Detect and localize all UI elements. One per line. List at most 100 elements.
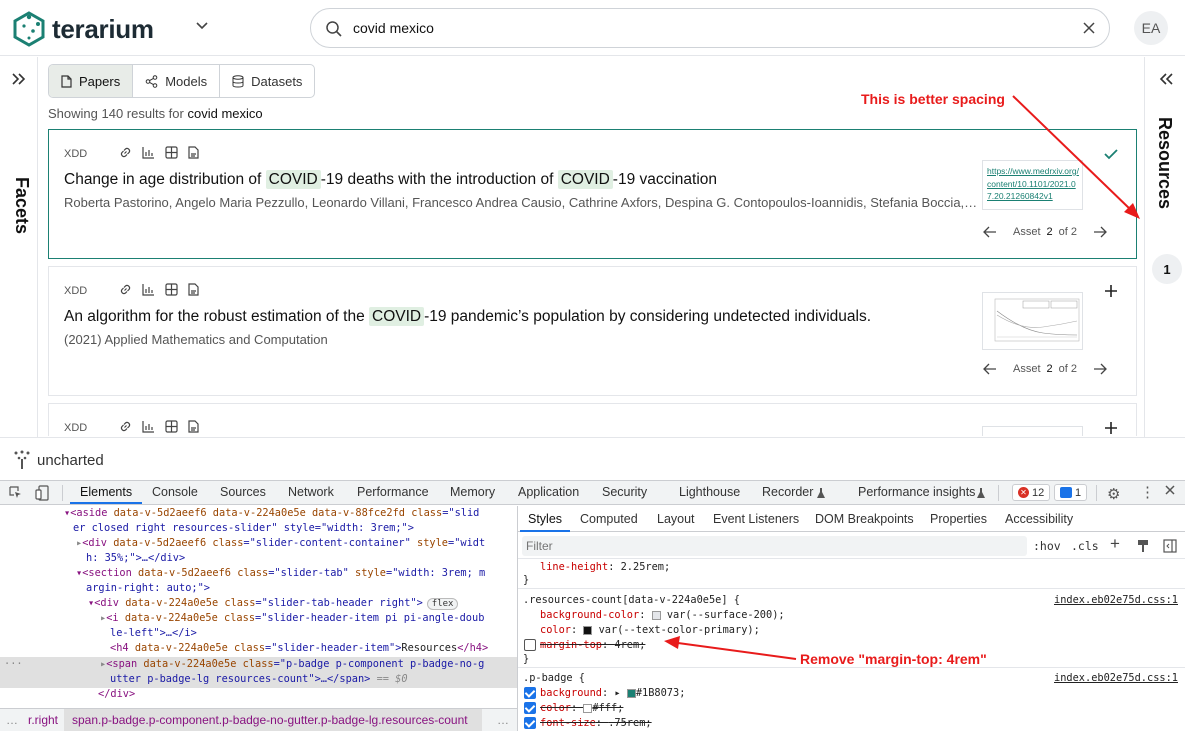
devtools-tab-console[interactable]: Console <box>152 485 198 499</box>
tab-event-listeners[interactable]: Event Listeners <box>713 512 799 526</box>
search-input[interactable] <box>353 18 1053 38</box>
expand-facets-icon[interactable] <box>11 72 27 86</box>
error-count-badge[interactable]: ✕ 12 <box>1012 484 1051 501</box>
dom-line[interactable]: <h4 data-v-224a0e5e class="slider-header… <box>110 641 488 656</box>
terarium-logo[interactable]: terarium <box>12 11 154 47</box>
tab-properties[interactable]: Properties <box>930 512 987 526</box>
css-selector[interactable]: .p-badge { <box>523 672 585 684</box>
css-property[interactable]: line-height <box>540 561 608 573</box>
inspect-element-icon[interactable] <box>9 486 23 500</box>
paint-brush-icon[interactable] <box>1137 539 1149 553</box>
tab-papers[interactable]: Papers <box>49 65 134 97</box>
dom-line[interactable]: ▾<aside data-v-5d2aeef6 data-v-224a0e5e … <box>64 506 479 521</box>
title-text: -19 pandemic’s population by considering… <box>424 308 872 325</box>
uncharted-mark-icon <box>14 450 30 469</box>
card-title[interactable]: Change in age distribution of COVID -19 d… <box>64 170 717 189</box>
toggle-sidebar-icon[interactable] <box>1163 539 1177 553</box>
css-property[interactable]: background-color <box>540 609 639 621</box>
devtools-tab-application[interactable]: Application <box>518 485 579 499</box>
devtools-tab-performance-insights[interactable]: Performance insights <box>858 485 975 499</box>
devtools-tab-security[interactable]: Security <box>602 485 647 499</box>
tab-layout[interactable]: Layout <box>657 512 695 526</box>
result-card[interactable]: XDD An algorithm for the robust estimati… <box>48 266 1137 396</box>
tab-models[interactable]: Models <box>133 65 221 97</box>
dom-line[interactable]: ▸<span data-v-224a0e5e class="p-badge p-… <box>100 657 484 672</box>
message-count-badge[interactable]: 1 <box>1054 484 1088 501</box>
css-property[interactable]: color <box>540 624 571 636</box>
tab-accessibility[interactable]: Accessibility <box>1005 512 1073 526</box>
plus-icon[interactable] <box>1103 420 1119 436</box>
dom-line[interactable]: ▸<i data-v-224a0e5e class="slider-header… <box>100 611 484 626</box>
tab-dom-breakpoints[interactable]: DOM Breakpoints <box>815 512 914 526</box>
devtools-tab-recorder[interactable]: Recorder <box>762 485 813 499</box>
css-property[interactable]: color <box>540 702 571 714</box>
arrow-right-icon[interactable] <box>1093 226 1107 238</box>
flex-badge[interactable]: flex <box>426 598 459 610</box>
dom-line: </div> <box>98 688 136 700</box>
title-highlight: COVID <box>557 170 613 189</box>
plus-icon[interactable] <box>1103 283 1119 299</box>
collapse-resources-icon[interactable] <box>1159 72 1175 86</box>
chevron-down-icon[interactable] <box>194 18 210 34</box>
css-property[interactable]: background <box>540 687 602 699</box>
css-source-link[interactable]: index.eb02e75d.css:1 <box>1054 594 1178 606</box>
css-value[interactable]: 2.25rem; <box>621 561 671 573</box>
arrow-left-icon[interactable] <box>983 363 997 375</box>
color-swatch[interactable] <box>651 610 661 620</box>
tab-styles[interactable]: Styles <box>519 512 571 532</box>
css-value[interactable]: .75rem; <box>608 717 651 729</box>
devtools-panel: Elements Console Sources Network Perform… <box>0 480 1185 731</box>
devtools-tab-performance[interactable]: Performance <box>357 485 429 499</box>
css-source-link[interactable]: index.eb02e75d.css:1 <box>1054 672 1178 684</box>
class-toggle[interactable]: .cls <box>1071 539 1099 553</box>
result-card[interactable]: XDD <box>48 403 1137 436</box>
annotation-arrow-icon <box>664 636 797 660</box>
color-swatch[interactable] <box>583 625 593 635</box>
styles-filter-input[interactable] <box>522 536 1027 556</box>
new-rule-icon[interactable]: + <box>1110 534 1120 554</box>
close-icon[interactable] <box>1164 484 1176 496</box>
devtools-tab-lighthouse[interactable]: Lighthouse <box>679 485 740 499</box>
dom-line[interactable]: ▾<section data-v-5d2aeef6 class="slider-… <box>76 566 485 581</box>
bar-chart-icon <box>142 284 154 296</box>
css-value[interactable]: 4rem; <box>614 639 645 651</box>
card-title[interactable]: An algorithm for the robust estimation o… <box>64 307 872 326</box>
hover-state-toggle[interactable]: :hov <box>1033 539 1061 553</box>
arrow-left-icon[interactable] <box>983 226 997 238</box>
tab-datasets[interactable]: Datasets <box>220 65 314 97</box>
declaration-checkbox-checked[interactable] <box>524 687 536 699</box>
device-toolbar-icon[interactable] <box>35 485 49 501</box>
hexagon-logo-icon <box>13 11 45 47</box>
resources-count-badge[interactable]: 1 <box>1152 254 1182 284</box>
css-value[interactable]: #fff; <box>592 702 623 714</box>
breadcrumb-item-active[interactable]: span.p-badge.p-component.p-badge-no-gutt… <box>72 713 468 727</box>
declaration-checkbox-checked[interactable] <box>524 717 536 729</box>
dom-line[interactable]: ▾<div data-v-224a0e5e class="slider-tab-… <box>88 596 459 612</box>
figure-thumbnail[interactable] <box>982 426 1083 436</box>
tab-computed[interactable]: Computed <box>580 512 638 526</box>
css-property[interactable]: font-size <box>540 717 596 729</box>
css-value[interactable]: #1B8073; <box>636 687 686 699</box>
css-property[interactable]: margin-top <box>540 639 602 651</box>
figure-thumbnail[interactable] <box>982 292 1083 350</box>
declaration-checkbox-unchecked[interactable] <box>524 639 536 651</box>
declaration-checkbox-checked[interactable] <box>524 702 536 714</box>
result-card[interactable]: XDD Change in age distribution of COVID -… <box>48 129 1137 259</box>
css-value[interactable]: var(--surface-200); <box>667 609 785 621</box>
arrow-right-icon[interactable] <box>1093 363 1107 375</box>
devtools-tab-memory[interactable]: Memory <box>450 485 495 499</box>
more-options-icon[interactable]: ⋮ <box>1140 483 1155 501</box>
devtools-tab-network[interactable]: Network <box>288 485 334 499</box>
gear-icon[interactable]: ⚙ <box>1107 485 1120 503</box>
dom-attr: class <box>237 567 269 579</box>
clear-search-icon[interactable] <box>1081 20 1097 36</box>
dom-line[interactable]: ▸<div data-v-5d2aeef6 class="slider-cont… <box>76 536 485 551</box>
devtools-tab-sources[interactable]: Sources <box>220 485 266 499</box>
results-summary: Showing 140 results for covid mexico <box>48 106 263 121</box>
avatar[interactable]: EA <box>1134 11 1168 45</box>
breadcrumb-item[interactable]: r.right <box>28 713 58 727</box>
css-selector[interactable]: .resources-count[data-v-224a0e5e] { <box>523 594 740 606</box>
dom-line: utter p-badge-lg resources-count">…</spa… <box>110 672 408 687</box>
color-swatch[interactable] <box>626 688 636 698</box>
devtools-tab-elements[interactable]: Elements <box>69 485 143 504</box>
